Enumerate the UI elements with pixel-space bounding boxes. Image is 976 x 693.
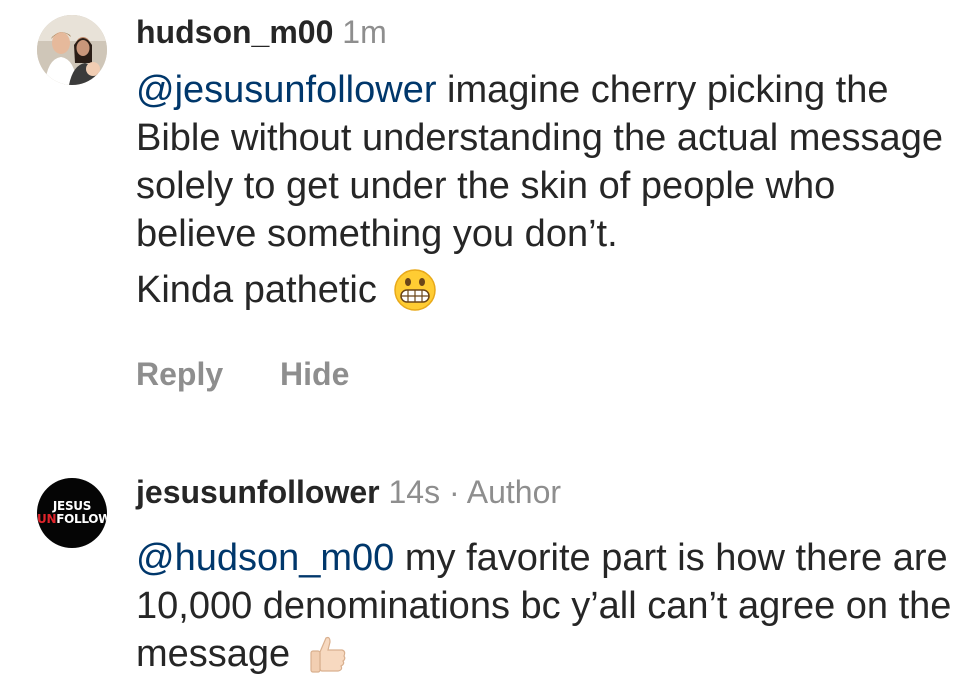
username[interactable]: hudson_m00: [136, 14, 333, 50]
avatar[interactable]: JESUS UNFOLLOWER: [37, 478, 107, 548]
comment-text-line: Kinda pathetic: [136, 266, 962, 324]
mention-link[interactable]: @hudson_m00: [136, 537, 394, 579]
username[interactable]: jesusunfollower: [136, 474, 380, 510]
comment-body: hudson_m00 1m @jesusunfollower imagine c…: [136, 12, 962, 394]
logo-accent: UN: [37, 512, 57, 526]
mention-link[interactable]: @jesusunfollower: [136, 69, 437, 111]
profile-photo-icon: [37, 15, 107, 85]
comment-text: @hudson_m00 my favorite part is how ther…: [136, 534, 962, 688]
logo-line-2: UNFOLLOWER: [37, 513, 107, 526]
comment-message-2: Kinda pathetic: [136, 269, 377, 311]
comment-actions: Reply Hide: [136, 354, 962, 394]
logo-word: FOLLOWER: [56, 512, 107, 526]
comment-meta: hudson_m00 1m: [136, 12, 962, 52]
thumbs-up-icon: [306, 632, 350, 688]
timestamp: 14s · Author: [388, 474, 562, 510]
comment-meta: jesusunfollower 14s · Author: [136, 472, 962, 512]
timestamp: 1m: [342, 14, 387, 50]
grimacing-face-icon: [393, 268, 437, 324]
comment-body: jesusunfollower 14s · Author @hudson_m00…: [136, 472, 962, 688]
hide-button[interactable]: Hide: [280, 356, 349, 392]
reply-button[interactable]: Reply: [136, 356, 223, 392]
comment-text: @jesusunfollower imagine cherry picking …: [136, 66, 962, 258]
avatar[interactable]: [37, 15, 107, 85]
